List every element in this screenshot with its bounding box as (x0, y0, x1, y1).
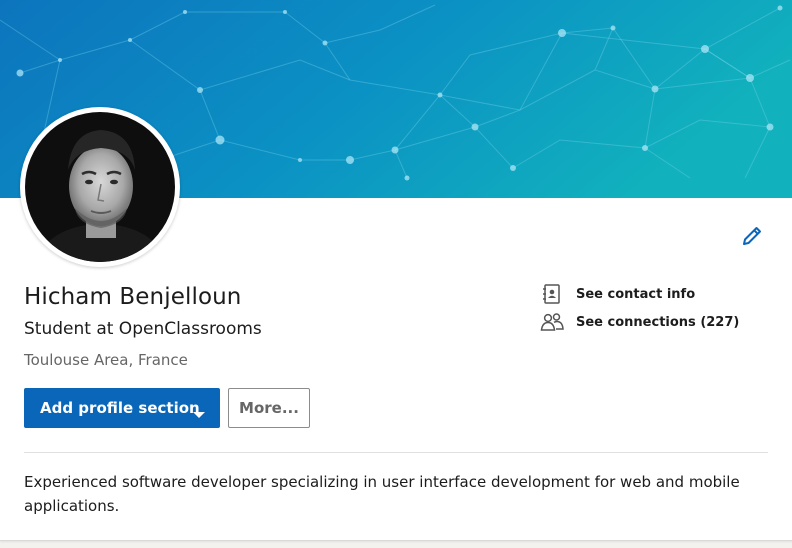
see-contact-info-link[interactable]: See contact info (540, 282, 695, 306)
profile-location: Toulouse Area, France (24, 351, 188, 369)
caret-down-icon[interactable] (192, 404, 206, 423)
more-button[interactable]: More... (228, 388, 310, 428)
address-book-icon (540, 282, 564, 306)
contact-info-label: See contact info (576, 286, 696, 302)
add-profile-section-button[interactable]: Add profile section (24, 388, 220, 428)
profile-headline: Student at OpenClassrooms (24, 319, 262, 339)
profile-name: Hicham Benjelloun (24, 284, 242, 310)
see-connections-link[interactable]: See connections (227) (540, 310, 739, 334)
add-profile-section-label: Add profile section (40, 399, 200, 417)
pencil-icon (740, 224, 764, 252)
divider (24, 452, 768, 453)
profile-photo-frame[interactable] (20, 107, 180, 267)
profile-summary: Experienced software developer specializ… (24, 473, 740, 515)
connections-label: See connections (227) (576, 314, 740, 330)
profile-photo[interactable] (25, 112, 175, 262)
people-icon (540, 310, 564, 334)
edit-profile-button[interactable] (738, 224, 766, 252)
profile-card: Hicham Benjelloun Student at OpenClassro… (0, 0, 792, 541)
